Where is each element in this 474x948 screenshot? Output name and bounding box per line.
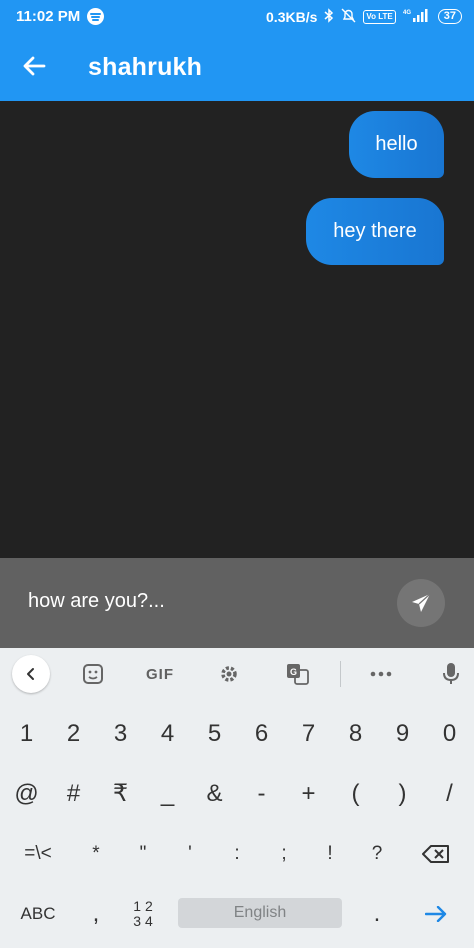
key[interactable]: 1 — [3, 706, 50, 761]
key[interactable]: 3 — [97, 706, 144, 761]
comma-key[interactable]: , — [72, 886, 120, 941]
arrow-right-icon — [425, 905, 447, 922]
battery-icon: 37 — [437, 9, 462, 24]
key[interactable]: / — [426, 766, 473, 821]
message-composer: how are you?... — [0, 558, 474, 648]
more-dots-icon — [370, 671, 392, 677]
translate-icon: G — [287, 664, 309, 685]
microphone-icon — [443, 663, 459, 684]
message-input[interactable]: how are you?... — [28, 590, 165, 613]
svg-text:4G: 4G — [403, 10, 411, 16]
abc-key[interactable]: ABC — [10, 886, 66, 941]
key[interactable]: " — [119, 826, 167, 881]
number-pad-key[interactable]: 1 2 3 4 — [119, 886, 167, 941]
key[interactable]: ) — [379, 766, 426, 821]
translate-button[interactable]: G — [283, 659, 313, 689]
toolbar-collapse-button[interactable] — [12, 655, 50, 693]
status-right: 0.3KB/s Vo LTE 4G 37 — [266, 8, 462, 25]
key[interactable]: ! — [306, 826, 354, 881]
key[interactable]: 9 — [379, 706, 426, 761]
key[interactable]: 4 — [144, 706, 191, 761]
key[interactable]: ( — [332, 766, 379, 821]
voice-input-button[interactable] — [436, 659, 466, 689]
key[interactable]: ? — [353, 826, 401, 881]
toolbar-divider — [340, 661, 341, 687]
send-button[interactable] — [397, 579, 445, 627]
key[interactable]: @ — [3, 766, 50, 821]
key[interactable]: : — [213, 826, 261, 881]
svg-text:G: G — [290, 667, 297, 677]
key[interactable]: 2 — [50, 706, 97, 761]
key[interactable]: 7 — [285, 706, 332, 761]
key[interactable]: - — [238, 766, 285, 821]
key[interactable]: 6 — [238, 706, 285, 761]
message-bubble-outgoing[interactable]: hey there — [306, 198, 444, 265]
network-speed: 0.3KB/s — [266, 8, 318, 25]
backspace-key[interactable] — [408, 826, 464, 881]
key[interactable]: 0 — [426, 706, 473, 761]
spotify-icon — [87, 8, 104, 25]
more-symbols-key[interactable]: =\< — [10, 826, 66, 881]
keyboard-row-digits: 1 2 3 4 5 6 7 8 9 0 — [0, 706, 474, 761]
key[interactable]: # — [50, 766, 97, 821]
key[interactable]: _ — [144, 766, 191, 821]
key[interactable]: * — [72, 826, 120, 881]
app-bar: shahrukh — [0, 33, 474, 101]
gif-button[interactable]: GIF — [140, 659, 180, 689]
keyboard-row-bottom: ABC , 1 2 3 4 English . — [0, 886, 474, 941]
number-pad-top: 1 2 — [133, 897, 153, 914]
keyboard-row-symbols: @ # ₹ _ & - + ( ) / — [0, 766, 474, 821]
chat-title: shahrukh — [88, 53, 203, 81]
key[interactable]: ₹ — [97, 766, 144, 821]
enter-key[interactable] — [410, 886, 462, 941]
settings-button[interactable] — [214, 659, 244, 689]
backspace-icon — [422, 844, 449, 863]
key[interactable]: + — [285, 766, 332, 821]
key[interactable]: & — [191, 766, 238, 821]
sticker-button[interactable] — [78, 659, 108, 689]
status-bar: 11:02 PM 0.3KB/s Vo LTE 4G 37 — [0, 0, 474, 33]
more-button[interactable] — [366, 659, 396, 689]
keyboard: GIF G 1 2 3 4 5 6 7 8 9 0 @ # ₹ _ & - + — [0, 648, 474, 948]
chevron-left-icon — [27, 668, 34, 680]
signal-icon: 4G — [403, 8, 431, 25]
period-key[interactable]: . — [353, 886, 401, 941]
message-bubble-outgoing[interactable]: hello — [349, 111, 444, 178]
keyboard-row-symbols-2: =\< * " ' : ; ! ? — [0, 826, 474, 881]
sticker-icon — [83, 664, 103, 684]
gear-icon — [221, 666, 237, 682]
mute-bell-icon — [341, 8, 356, 25]
key[interactable]: 8 — [332, 706, 379, 761]
send-icon — [412, 593, 431, 612]
back-arrow-icon[interactable] — [20, 52, 48, 80]
bluetooth-icon — [324, 8, 334, 25]
message-list[interactable]: hello hey there — [0, 101, 474, 558]
key[interactable]: 5 — [191, 706, 238, 761]
space-bar[interactable]: English — [178, 898, 342, 928]
number-pad-bottom: 3 4 — [133, 912, 153, 929]
keyboard-toolbar: GIF G — [0, 648, 474, 700]
volte-icon: Vo LTE — [363, 9, 396, 24]
key[interactable]: ' — [166, 826, 214, 881]
status-time: 11:02 PM — [16, 8, 81, 25]
key[interactable]: ; — [260, 826, 308, 881]
